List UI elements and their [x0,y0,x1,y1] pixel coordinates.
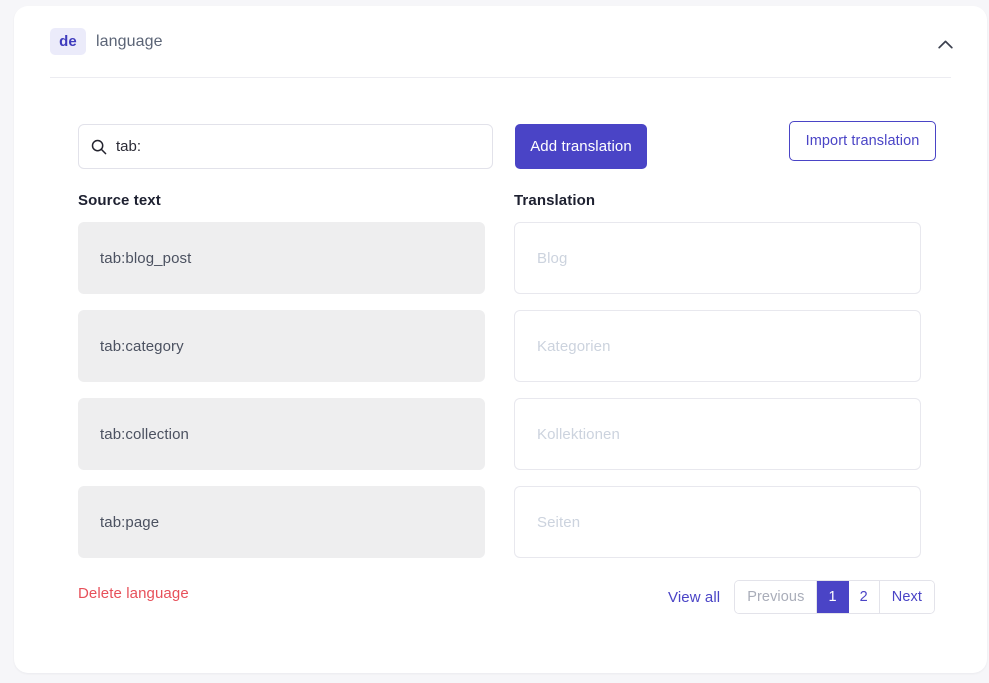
translation-cell[interactable] [514,222,921,294]
language-title-group: de language [50,28,163,55]
chevron-up-icon [937,37,953,52]
toolbar: Add translation Import translation [14,119,987,171]
search-input[interactable] [116,125,480,168]
collapse-section-button[interactable] [931,30,959,58]
language-settings-card: de language tab: Add translation Import … [14,6,987,673]
translation-input[interactable] [537,399,898,469]
pagination-page-2[interactable]: 2 [848,581,880,613]
header-divider [50,77,951,78]
card-header: de language [14,6,987,78]
translation-input[interactable] [537,223,898,293]
translation-cell[interactable] [514,310,921,382]
search-field-wrapper[interactable] [78,124,493,169]
source-text-cell: tab:page [78,486,485,558]
source-text-cell: tab:category [78,310,485,382]
pagination-page-1[interactable]: 1 [817,581,849,613]
translation-cell[interactable] [514,486,921,558]
page-background: de language tab: Add translation Import … [0,0,989,683]
translation-rows: tab:blog_post tab:category tab:collectio… [14,222,987,574]
column-headers: Source text Translation [14,192,987,216]
add-translation-button[interactable]: Add translation [515,124,647,169]
translation-input[interactable] [537,311,898,381]
source-text-cell: tab:collection [78,398,485,470]
pagination: View all Previous 1 2 Next [668,580,935,614]
page-title: language [96,32,163,50]
source-text-column-header: Source text [78,192,161,209]
table-row: tab:collection [14,398,987,486]
pager-group: Previous 1 2 Next [734,580,935,614]
delete-language-button[interactable]: Delete language [78,585,189,602]
card-footer: Delete language View all Previous 1 2 Ne… [14,578,987,618]
translation-cell[interactable] [514,398,921,470]
translation-column-header: Translation [514,192,596,209]
table-row: tab:page [14,486,987,574]
view-all-button[interactable]: View all [668,589,720,606]
import-translation-button[interactable]: Import translation [789,121,936,161]
search-icon [91,139,107,155]
translation-input[interactable] [537,487,898,557]
table-row: tab:category [14,310,987,398]
pagination-next-button[interactable]: Next [879,581,934,613]
source-text-cell: tab:blog_post [78,222,485,294]
table-row: tab:blog_post [14,222,987,310]
language-code-badge: de [50,28,86,55]
pagination-previous-button[interactable]: Previous [735,581,818,613]
